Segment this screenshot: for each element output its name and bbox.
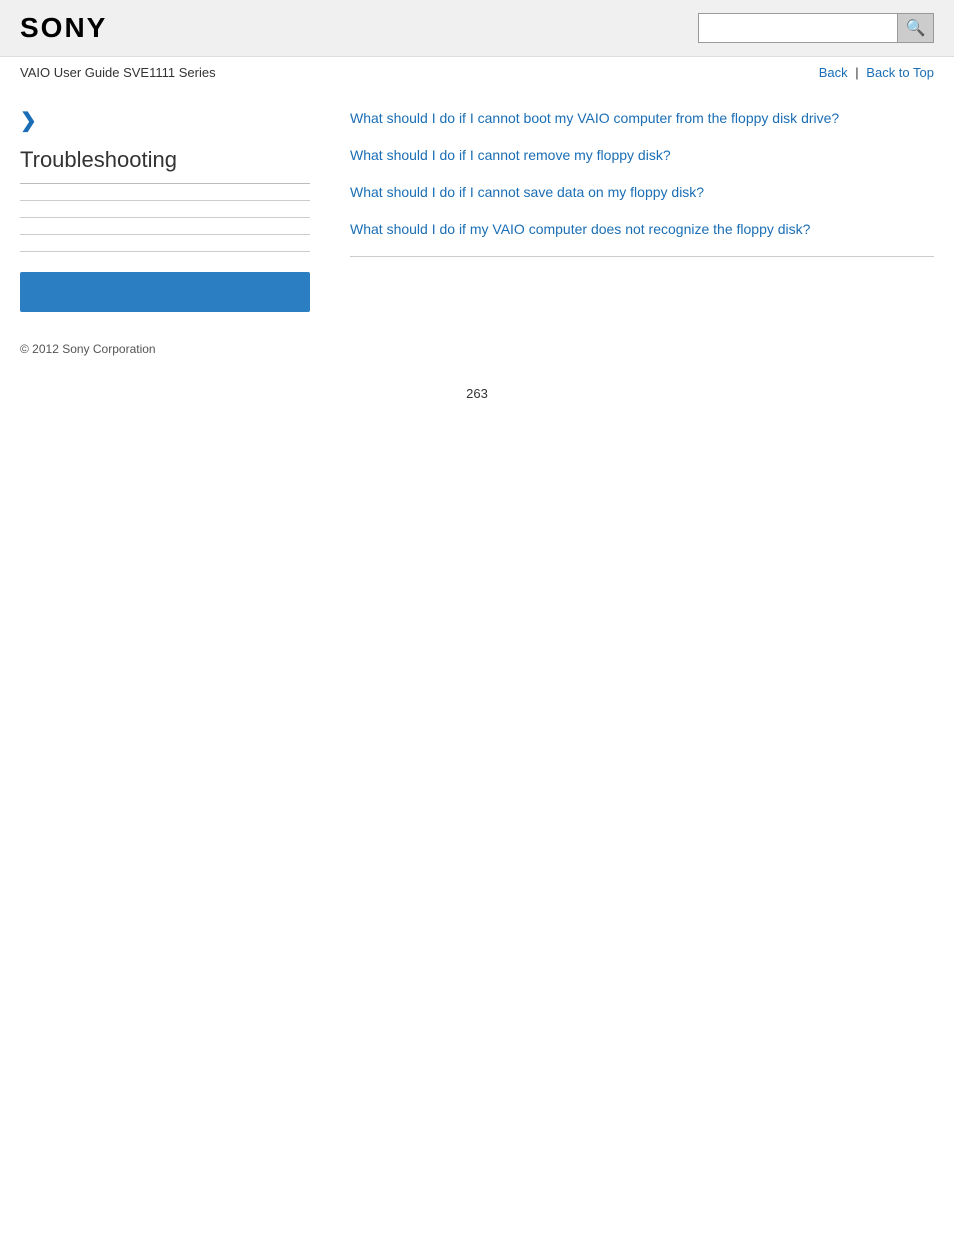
nav-bar: VAIO User Guide SVE1111 Series Back | Ba…	[0, 57, 954, 88]
content-link-1[interactable]: What should I do if I cannot boot my VAI…	[350, 108, 934, 129]
back-to-top-link[interactable]: Back to Top	[866, 65, 934, 80]
header: SONY 🔍	[0, 0, 954, 57]
nav-separator: |	[855, 65, 858, 80]
sidebar-blue-bar	[20, 272, 310, 312]
sidebar-divider-4	[20, 251, 310, 252]
sidebar: ❯ Troubleshooting	[20, 108, 330, 312]
content-divider	[350, 256, 934, 257]
search-input[interactable]	[698, 13, 898, 43]
search-area: 🔍	[698, 13, 934, 43]
sidebar-divider-3	[20, 234, 310, 235]
search-button[interactable]: 🔍	[898, 13, 934, 43]
search-icon: 🔍	[906, 18, 926, 38]
sidebar-divider-2	[20, 217, 310, 218]
guide-title: VAIO User Guide SVE1111 Series	[20, 65, 216, 80]
main-content: ❯ Troubleshooting What should I do if I …	[0, 88, 954, 312]
footer-copyright: © 2012 Sony Corporation	[0, 312, 954, 366]
content-link-3[interactable]: What should I do if I cannot save data o…	[350, 182, 934, 203]
sidebar-divider-1	[20, 200, 310, 201]
nav-links: Back | Back to Top	[819, 65, 934, 80]
sidebar-section-title: Troubleshooting	[20, 147, 310, 184]
back-link[interactable]: Back	[819, 65, 848, 80]
content-area: What should I do if I cannot boot my VAI…	[330, 108, 934, 312]
content-link-2[interactable]: What should I do if I cannot remove my f…	[350, 145, 934, 166]
sidebar-chevron-icon: ❯	[20, 108, 310, 133]
page-number: 263	[0, 366, 954, 421]
sony-logo: SONY	[20, 12, 107, 44]
content-link-4[interactable]: What should I do if my VAIO computer doe…	[350, 219, 934, 240]
